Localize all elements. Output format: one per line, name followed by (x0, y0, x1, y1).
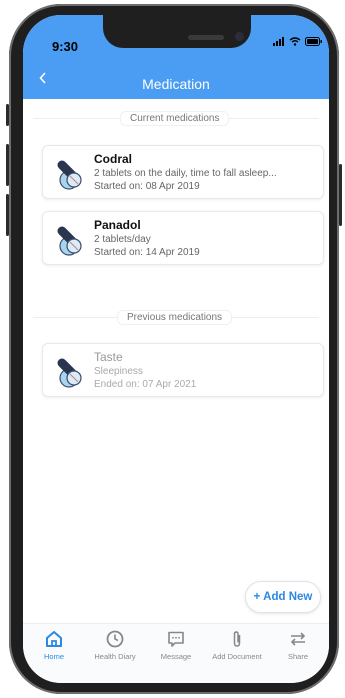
speaker (188, 35, 224, 40)
medication-dose: 2 tablets on the daily, time to fall asl… (94, 168, 277, 179)
medication-name: Codral (94, 152, 133, 166)
medication-card-codral[interactable]: Codral 2 tablets on the daily, time to f… (42, 145, 324, 199)
add-new-button[interactable]: + Add New (245, 581, 321, 613)
mute-switch (6, 104, 9, 126)
previous-medications-label: Previous medications (117, 310, 233, 325)
battery-icon (305, 37, 322, 46)
medication-end-date: Ended on: 07 Apr 2021 (94, 379, 197, 390)
tab-home[interactable]: Home (23, 629, 85, 661)
volume-up-button (6, 144, 9, 186)
medication-name: Panadol (94, 218, 141, 232)
volume-down-button (6, 194, 9, 236)
signal-icon (273, 37, 284, 46)
tab-label: Message (160, 652, 192, 661)
medication-card-taste[interactable]: Taste Sleepiness Ended on: 07 Apr 2021 (42, 343, 324, 397)
tab-add-document[interactable]: Add Document (206, 629, 268, 661)
front-camera (235, 32, 244, 41)
tab-label: Health Diary (94, 652, 136, 661)
status-icons (273, 37, 323, 46)
tab-share[interactable]: Share (267, 629, 329, 661)
paperclip-icon (233, 631, 241, 647)
clock-icon (106, 630, 124, 648)
tab-label: Home (43, 652, 64, 661)
wifi-icon (289, 37, 301, 46)
app-header: 9:30 Medication (23, 15, 329, 99)
status-time: 9:30 (52, 39, 79, 54)
tab-label: Add Document (212, 652, 262, 661)
tab-health-diary[interactable]: Health Diary (84, 629, 146, 661)
app-screen: 9:30 Medication Current medications Codr… (23, 15, 329, 683)
share-icon (290, 632, 306, 646)
pill-icon (57, 226, 82, 256)
medication-card-panadol[interactable]: Panadol 2 tablets/day Started on: 14 Apr… (42, 211, 324, 265)
bottom-tab-bar: Home Health Diary Message Add Document S… (23, 623, 329, 683)
message-icon (168, 631, 184, 647)
notch (103, 15, 251, 48)
pill-icon (57, 160, 82, 190)
home-icon (46, 631, 62, 647)
power-button (339, 164, 342, 226)
pill-icon (57, 358, 82, 388)
medication-name: Taste (94, 350, 123, 364)
current-medications-label: Current medications (120, 111, 230, 126)
medication-start-date: Started on: 14 Apr 2019 (94, 247, 200, 258)
tab-label: Share (287, 652, 308, 661)
tab-message[interactable]: Message (145, 629, 207, 661)
medication-start-date: Started on: 08 Apr 2019 (94, 181, 200, 192)
medication-dose: 2 tablets/day (94, 234, 151, 245)
medication-dose: Sleepiness (94, 366, 143, 377)
page-title: Medication (142, 76, 210, 92)
